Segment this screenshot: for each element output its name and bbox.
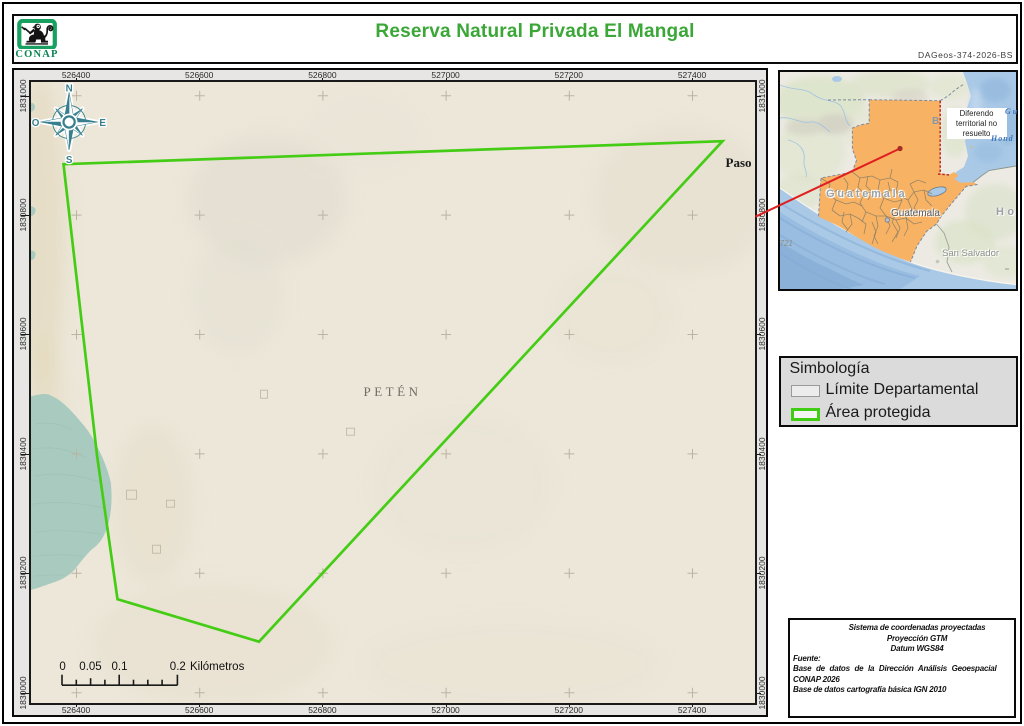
svg-text:Paso: Paso	[725, 155, 751, 170]
svg-text:PETÉN: PETÉN	[363, 384, 421, 399]
svg-text:S: S	[65, 155, 72, 166]
svg-text:E: E	[99, 118, 106, 129]
svg-text:Kilómetros: Kilómetros	[190, 661, 245, 673]
svg-text:O: O	[31, 118, 39, 129]
svg-text:0.2: 0.2	[169, 661, 185, 673]
svg-text:N: N	[65, 83, 72, 94]
svg-text:0.05: 0.05	[79, 661, 101, 673]
svg-text:0.1: 0.1	[111, 661, 127, 673]
svg-text:0: 0	[59, 661, 65, 673]
